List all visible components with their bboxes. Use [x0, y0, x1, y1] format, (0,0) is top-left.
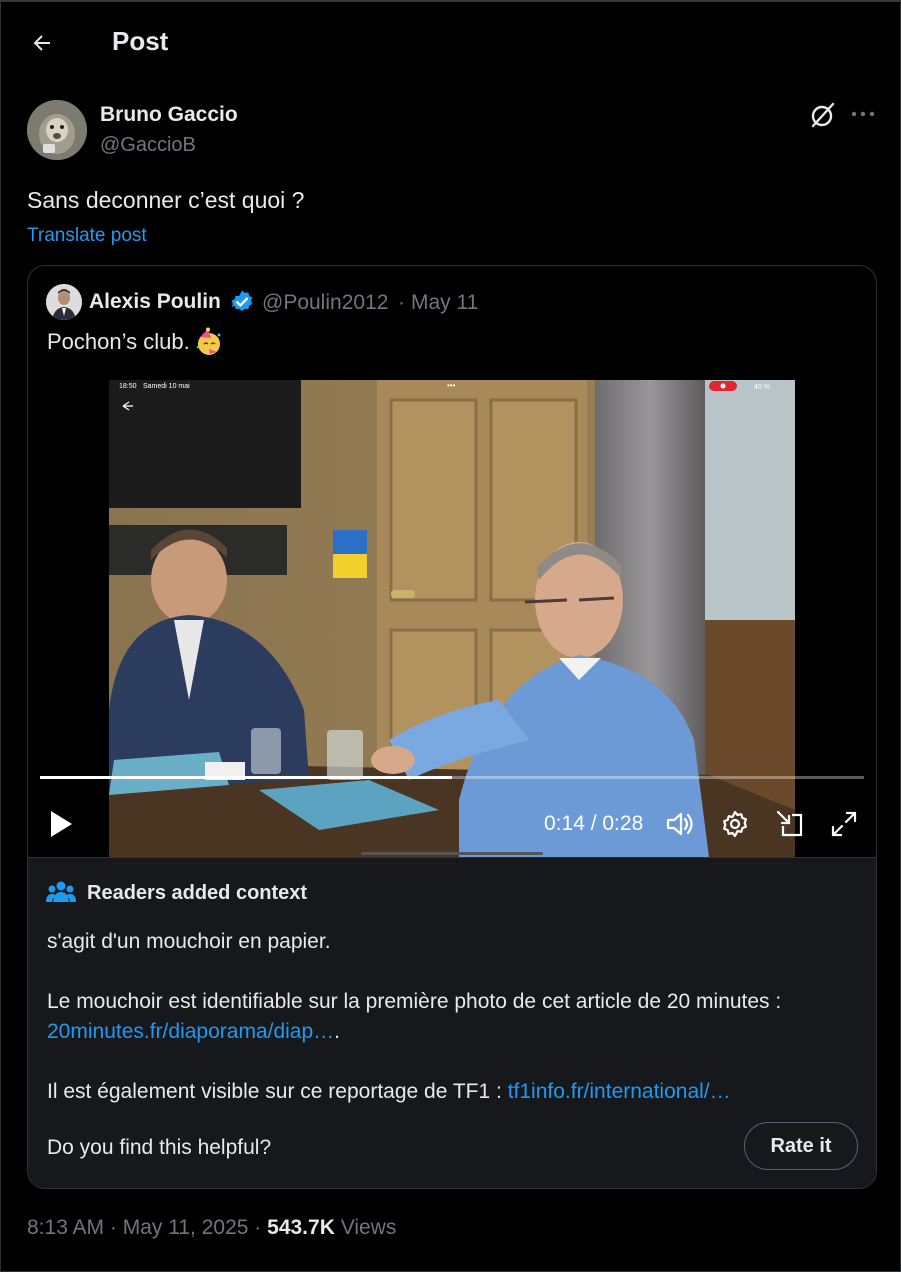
note-line-link-1: 20minutes.fr/diaporama/diap….: [47, 1020, 340, 1044]
views-count: 543.7K: [267, 1216, 335, 1239]
note-line-3: Il est également visible sur ce reportag…: [47, 1080, 731, 1104]
avatar[interactable]: [27, 100, 87, 160]
volume-icon: [666, 812, 693, 836]
rate-it-button[interactable]: Rate it: [744, 1122, 858, 1170]
note-link-20minutes[interactable]: 20minutes.fr/diaporama/diap…: [47, 1020, 334, 1043]
fullscreen-icon: [831, 811, 857, 837]
separator-dot: ·: [398, 291, 405, 314]
post-text: Sans deconner c’est quoi ?: [27, 187, 305, 213]
post-time[interactable]: 8:13 AM: [27, 1216, 104, 1239]
status-battery: 40 %: [754, 384, 770, 391]
more-icon[interactable]: [848, 100, 878, 130]
page-header: Post: [0, 0, 901, 86]
quoted-author-name[interactable]: Alexis Poulin: [89, 290, 221, 314]
meta-separator: ·: [109, 1216, 117, 1239]
settings-button[interactable]: [719, 808, 751, 840]
note-line-1: s'agit d'un mouchoir en papier.: [47, 930, 331, 953]
video-progress-bar[interactable]: [40, 776, 864, 779]
volume-button[interactable]: [664, 808, 696, 840]
grok-icon[interactable]: [808, 100, 838, 130]
arrow-left-icon: [33, 35, 50, 51]
post-meta: 8:13 AM · May 11, 2025 · 543.7K Views: [27, 1216, 396, 1240]
video-time: 0:14 / 0:28: [544, 812, 644, 835]
quoted-post-card[interactable]: Alexis Poulin @Poulin2012 · May 11 Pocho…: [27, 265, 877, 1189]
svg-text:•••: •••: [447, 381, 456, 390]
people-icon: [46, 880, 76, 904]
views-label: Views: [340, 1216, 397, 1239]
status-time: 18:50: [119, 383, 137, 390]
community-note: Readers added context s'agit d'un moucho…: [28, 857, 876, 1188]
back-button[interactable]: [22, 26, 62, 60]
translate-post-link[interactable]: Translate post: [27, 225, 147, 247]
note-link-tf1info[interactable]: tf1info.fr/international/…: [508, 1080, 731, 1103]
status-date: Samedi 10 mai: [143, 383, 190, 390]
video-progress-fill: [40, 776, 452, 779]
meta-separator: ·: [254, 1216, 262, 1239]
helpful-question: Do you find this helpful?: [47, 1136, 272, 1159]
verified-badge-icon: [229, 289, 255, 315]
note-line-2: Le mouchoir est identifiable sur la prem…: [47, 990, 782, 1013]
party-face-icon: [194, 327, 224, 357]
note-link-suffix: .: [334, 1020, 340, 1043]
play-icon: [51, 811, 72, 837]
page-title: Post: [112, 26, 169, 56]
quoted-text: Pochon’s club.: [47, 329, 190, 354]
note-title: Readers added context: [87, 882, 308, 904]
settings-icon: [723, 810, 747, 838]
play-button[interactable]: [46, 808, 76, 840]
home-indicator: [361, 852, 543, 855]
video-player[interactable]: 18:50 Samedi 10 mai ••• 40 % 0:14 / 0:28: [28, 380, 876, 857]
quoted-author-handle[interactable]: @Poulin2012: [262, 291, 388, 315]
fullscreen-button[interactable]: [828, 808, 860, 840]
post-date[interactable]: May 11, 2025: [123, 1216, 249, 1239]
video-frame[interactable]: 18:50 Samedi 10 mai ••• 40 %: [109, 380, 795, 857]
picture-in-picture-button[interactable]: [774, 808, 806, 840]
author-handle[interactable]: @GaccioB: [100, 134, 196, 157]
note-line-3-text: Il est également visible sur ce reportag…: [47, 1080, 502, 1103]
quoted-avatar[interactable]: [46, 284, 82, 320]
quoted-date[interactable]: May 11: [411, 291, 478, 315]
author-name[interactable]: Bruno Gaccio: [100, 103, 238, 127]
pip-icon: [776, 810, 803, 837]
